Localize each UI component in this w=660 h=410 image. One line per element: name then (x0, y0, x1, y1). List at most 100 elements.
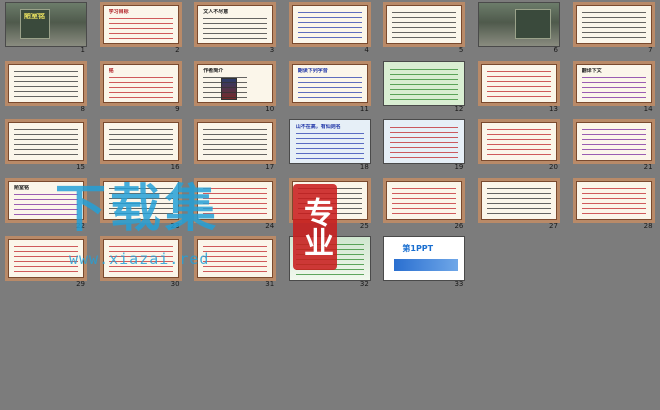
slide-thumbnail-cell[interactable]: 8 (5, 60, 87, 113)
slide-thumbnail[interactable] (477, 2, 560, 47)
slide-number: 26 (454, 221, 464, 230)
slide-number: 24 (265, 221, 275, 230)
slide-thumbnail-cell[interactable]: 32 (288, 236, 371, 288)
slide-text-lines (14, 191, 78, 216)
slide-title: 陋室铭 (24, 13, 45, 19)
slide-thumbnail[interactable] (288, 236, 371, 281)
slide-thumbnail[interactable]: 陋室铭 (5, 2, 87, 47)
slide-text-lines (392, 10, 457, 40)
slide-thumbnail-cell[interactable]: 学习目标 2 (99, 2, 182, 54)
slide-thumbnail-cell[interactable]: 15 (5, 119, 87, 171)
slide-thumbnail[interactable]: 作者简介 (194, 60, 277, 106)
slide-thumbnail-cell[interactable]: 5 (383, 2, 466, 54)
slide-thumbnail-cell[interactable]: 24 (194, 177, 277, 230)
slide-thumbnail-cell[interactable]: 28 (572, 177, 655, 230)
slide-number: 23 (170, 221, 180, 230)
slide-thumbnail[interactable]: 翻译下文 (572, 60, 655, 106)
slide-thumbnail[interactable] (383, 177, 466, 223)
slide-thumbnail[interactable]: 第1PPT (383, 236, 466, 281)
slide-number: 17 (265, 163, 275, 171)
slide-thumbnail-cell[interactable]: 21 (572, 119, 655, 171)
slide-thumbnail[interactable] (99, 119, 182, 164)
slide-thumbnail[interactable] (5, 119, 87, 164)
slide-number: 21 (643, 163, 653, 171)
slide-thumbnail-cell[interactable]: 7 (572, 2, 655, 54)
slide-thumbnail[interactable] (383, 2, 466, 47)
slide-thumbnail[interactable] (194, 177, 277, 223)
slide-thumbnail[interactable] (477, 177, 560, 223)
slide-thumbnail-cell[interactable]: 20 (477, 119, 560, 171)
slide-thumbnail-cell[interactable]: 陋室铭 1 (5, 2, 87, 54)
slide-thumbnail[interactable] (572, 119, 655, 164)
slide-title: 山不在高，有仙则名 (295, 124, 341, 130)
slide-thumbnail[interactable] (194, 119, 277, 164)
slide-thumbnail-cell[interactable]: 陋室铭 22 (5, 177, 87, 230)
slide-title: 朗读下列字音 (297, 67, 328, 74)
slide-text-lines (297, 185, 362, 216)
slide-number: 14 (643, 104, 653, 113)
slide-thumbnail-cell[interactable]: 6 (477, 2, 560, 54)
slide-thumbnail-cell[interactable]: 25 (288, 177, 371, 230)
slide-text-lines (486, 185, 551, 216)
slide-thumbnail-cell[interactable]: 13 (477, 60, 560, 113)
slide-thumbnail[interactable]: 陋室铭 (5, 177, 87, 223)
slide-thumbnail-cell[interactable]: 12 (383, 60, 466, 113)
slide-title: 铭 (108, 67, 114, 74)
slide-thumbnail[interactable] (383, 60, 466, 106)
slide-number: 15 (76, 163, 85, 171)
slide-thumbnail[interactable] (288, 177, 371, 223)
slide-number: 10 (265, 104, 275, 113)
slide-thumbnail-cell[interactable]: 30 (99, 236, 182, 288)
slide-text-lines (390, 66, 459, 101)
slide-number: 27 (549, 221, 558, 230)
slide-thumbnail-cell[interactable]: 铭9 (99, 60, 182, 113)
slide-thumbnail[interactable] (477, 60, 560, 106)
slide-thumbnail[interactable] (99, 177, 182, 223)
slide-thumbnail[interactable] (477, 119, 560, 164)
slide-thumbnail-cell[interactable]: 23 (99, 177, 182, 230)
slide-thumbnail-cell[interactable]: 17 (194, 119, 277, 171)
slide-text-lines (295, 131, 364, 159)
slide-number: 32 (359, 280, 369, 288)
slide-thumbnail-cell[interactable]: 山不在高，有仙则名 18 (288, 119, 371, 171)
slide-text-lines (203, 244, 268, 274)
slide-thumbnail-cell[interactable]: 4 (288, 2, 371, 54)
slide-thumbnail-cell[interactable]: 26 (383, 177, 466, 230)
slide-thumbnail[interactable] (99, 236, 182, 281)
slide-thumbnail[interactable] (5, 60, 87, 106)
slide-thumbnail-cell[interactable]: 31 (194, 236, 277, 288)
slide-number: 30 (170, 280, 180, 288)
slide-thumbnail-cell[interactable]: 作者简介 10 (194, 60, 277, 113)
slide-number: 4 (364, 46, 369, 54)
slide-text-lines (581, 74, 646, 99)
slide-thumbnail[interactable] (194, 236, 277, 281)
slide-text-lines (392, 185, 457, 216)
slide-thumbnail[interactable] (5, 236, 87, 281)
slide-thumbnail-cell[interactable]: 27 (477, 177, 560, 230)
slide-thumbnail[interactable]: 文人不尽意 (194, 2, 277, 47)
slide-text-lines (295, 242, 364, 276)
slide-thumbnail[interactable]: 朗读下列字音 (288, 60, 371, 106)
slide-thumbnail-cell[interactable]: 文人不尽意 3 (194, 2, 277, 54)
slide-text-lines (203, 127, 268, 157)
slide-thumbnail-cell[interactable]: 29 (5, 236, 87, 288)
slide-number: 13 (549, 104, 558, 113)
slide-thumbnail[interactable]: 铭 (99, 60, 182, 106)
slide-number: 1 (80, 46, 85, 54)
slide-thumbnail[interactable] (572, 177, 655, 223)
slide-number: 25 (359, 221, 369, 230)
slide-thumbnail[interactable] (383, 119, 466, 164)
slide-text-lines (14, 68, 78, 99)
slide-thumbnail-cell[interactable]: 第1PPT 33 (383, 236, 466, 288)
slide-thumbnail-cell[interactable]: 翻译下文 14 (572, 60, 655, 113)
slide-thumbnail[interactable] (572, 2, 655, 47)
slide-thumbnail-cell[interactable]: 朗读下列字音 11 (288, 60, 371, 113)
slide-text-lines (581, 10, 646, 40)
slide-thumbnail-cell[interactable]: 16 (99, 119, 182, 171)
slide-thumbnail[interactable]: 山不在高，有仙则名 (288, 119, 371, 164)
slide-thumbnail[interactable] (288, 2, 371, 47)
slide-number: 3 (269, 46, 275, 54)
slide-thumbnail-cell[interactable]: 19 (383, 119, 466, 171)
slide-thumbnail[interactable]: 学习目标 (99, 2, 182, 47)
slide-number: 11 (359, 104, 369, 113)
